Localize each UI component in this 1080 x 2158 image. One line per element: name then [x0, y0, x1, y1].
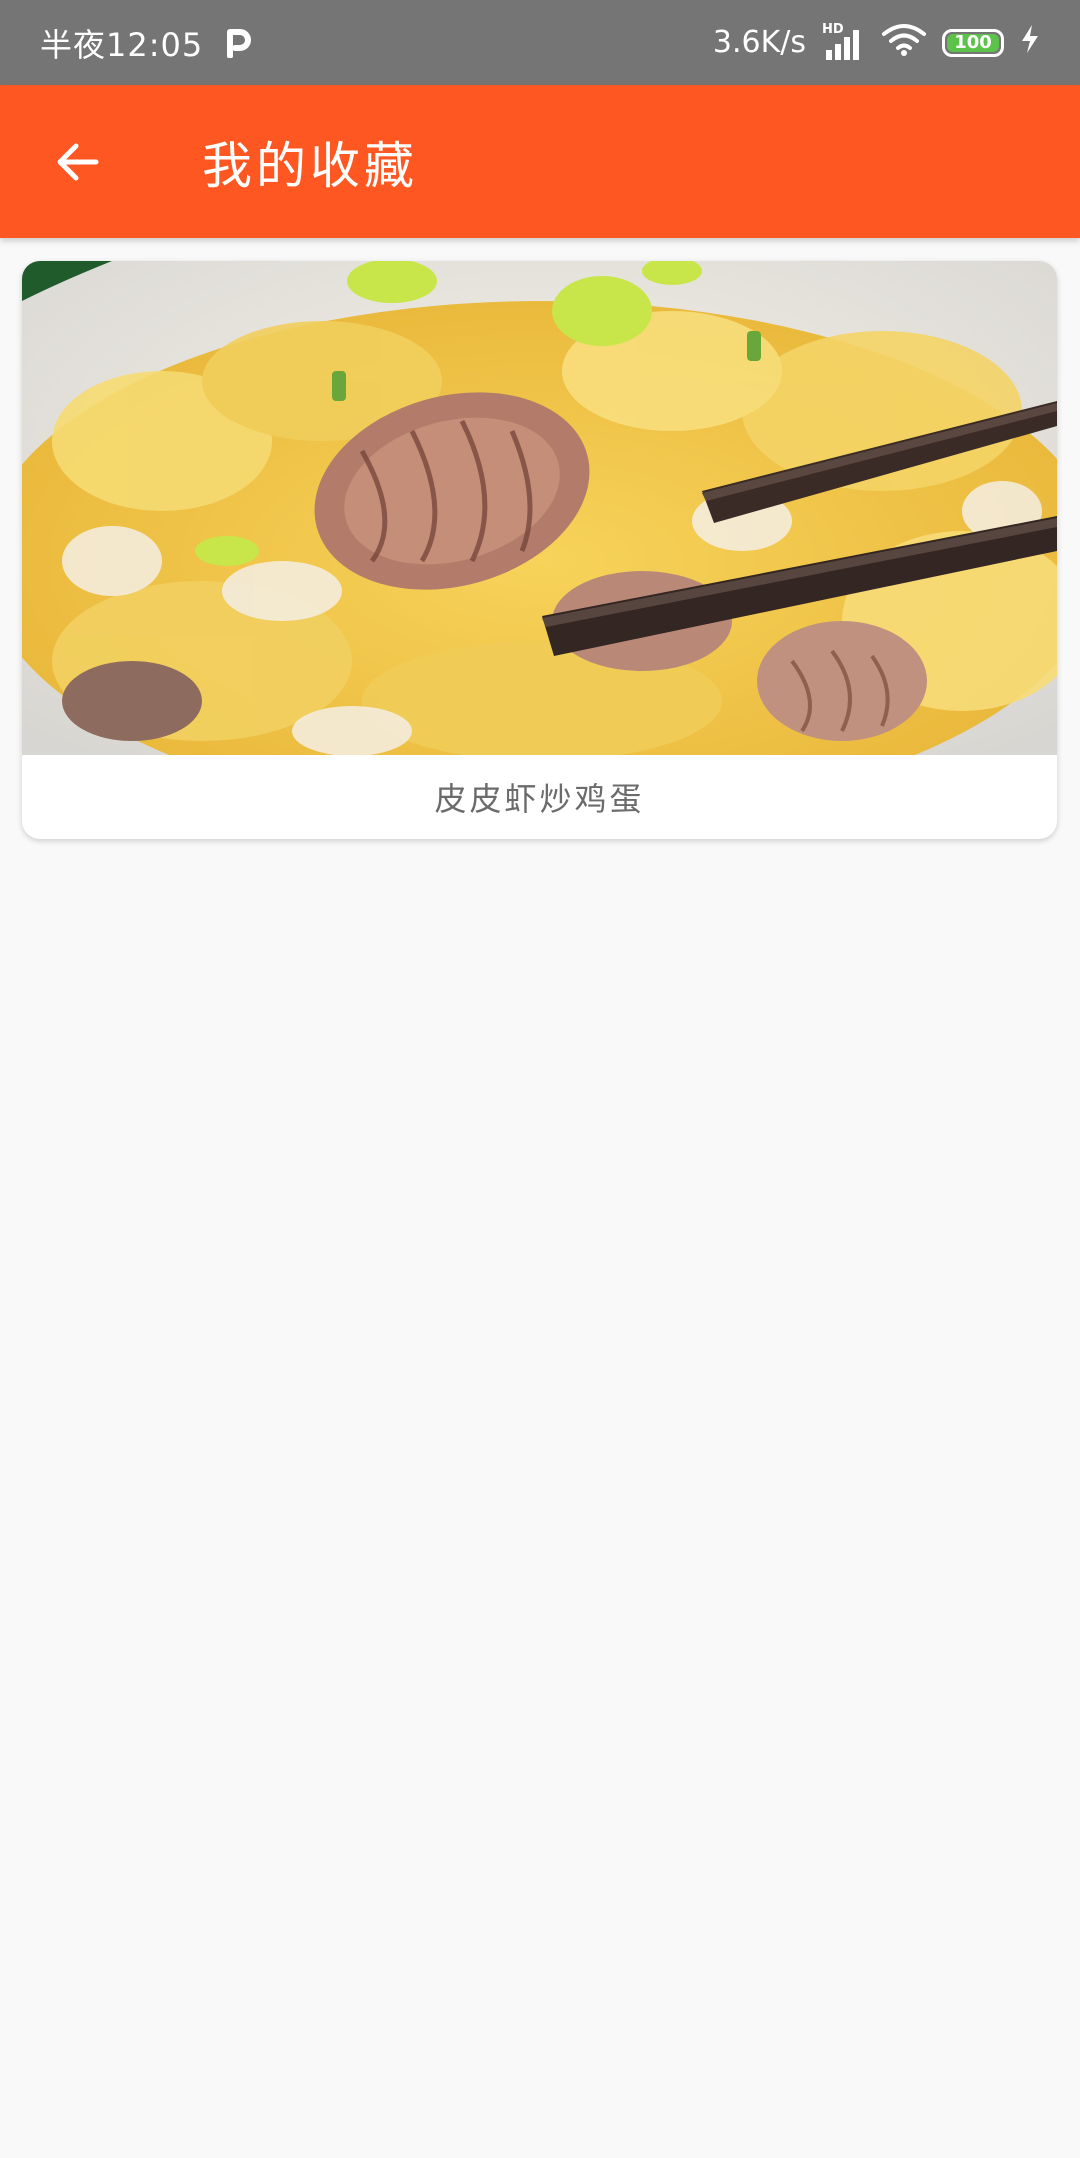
- battery-icon: 100: [942, 28, 1004, 57]
- network-speed: 3.6K/s: [712, 25, 806, 60]
- arrow-left-icon: [57, 143, 99, 180]
- status-right: 3.6K/s HD 100: [713, 22, 1040, 64]
- status-left: 半夜12:05: [40, 20, 253, 66]
- battery-level: 100: [954, 32, 992, 53]
- lightning-icon: [1020, 24, 1040, 62]
- status-bar: 半夜12:05 3.6K/s HD 100: [0, 0, 1080, 85]
- wifi-icon: [882, 22, 926, 64]
- signal-icon: HD: [822, 22, 866, 60]
- app-bar: 我的收藏: [0, 85, 1080, 238]
- p-badge-icon: [225, 27, 253, 59]
- back-button[interactable]: [22, 107, 132, 217]
- favorite-card[interactable]: 皮皮虾炒鸡蛋: [22, 261, 1057, 839]
- favorite-card-title: 皮皮虾炒鸡蛋: [434, 780, 645, 818]
- food-photo: [22, 261, 1057, 755]
- page-title: 我的收藏: [202, 136, 418, 195]
- status-time: 半夜12:05: [40, 25, 204, 64]
